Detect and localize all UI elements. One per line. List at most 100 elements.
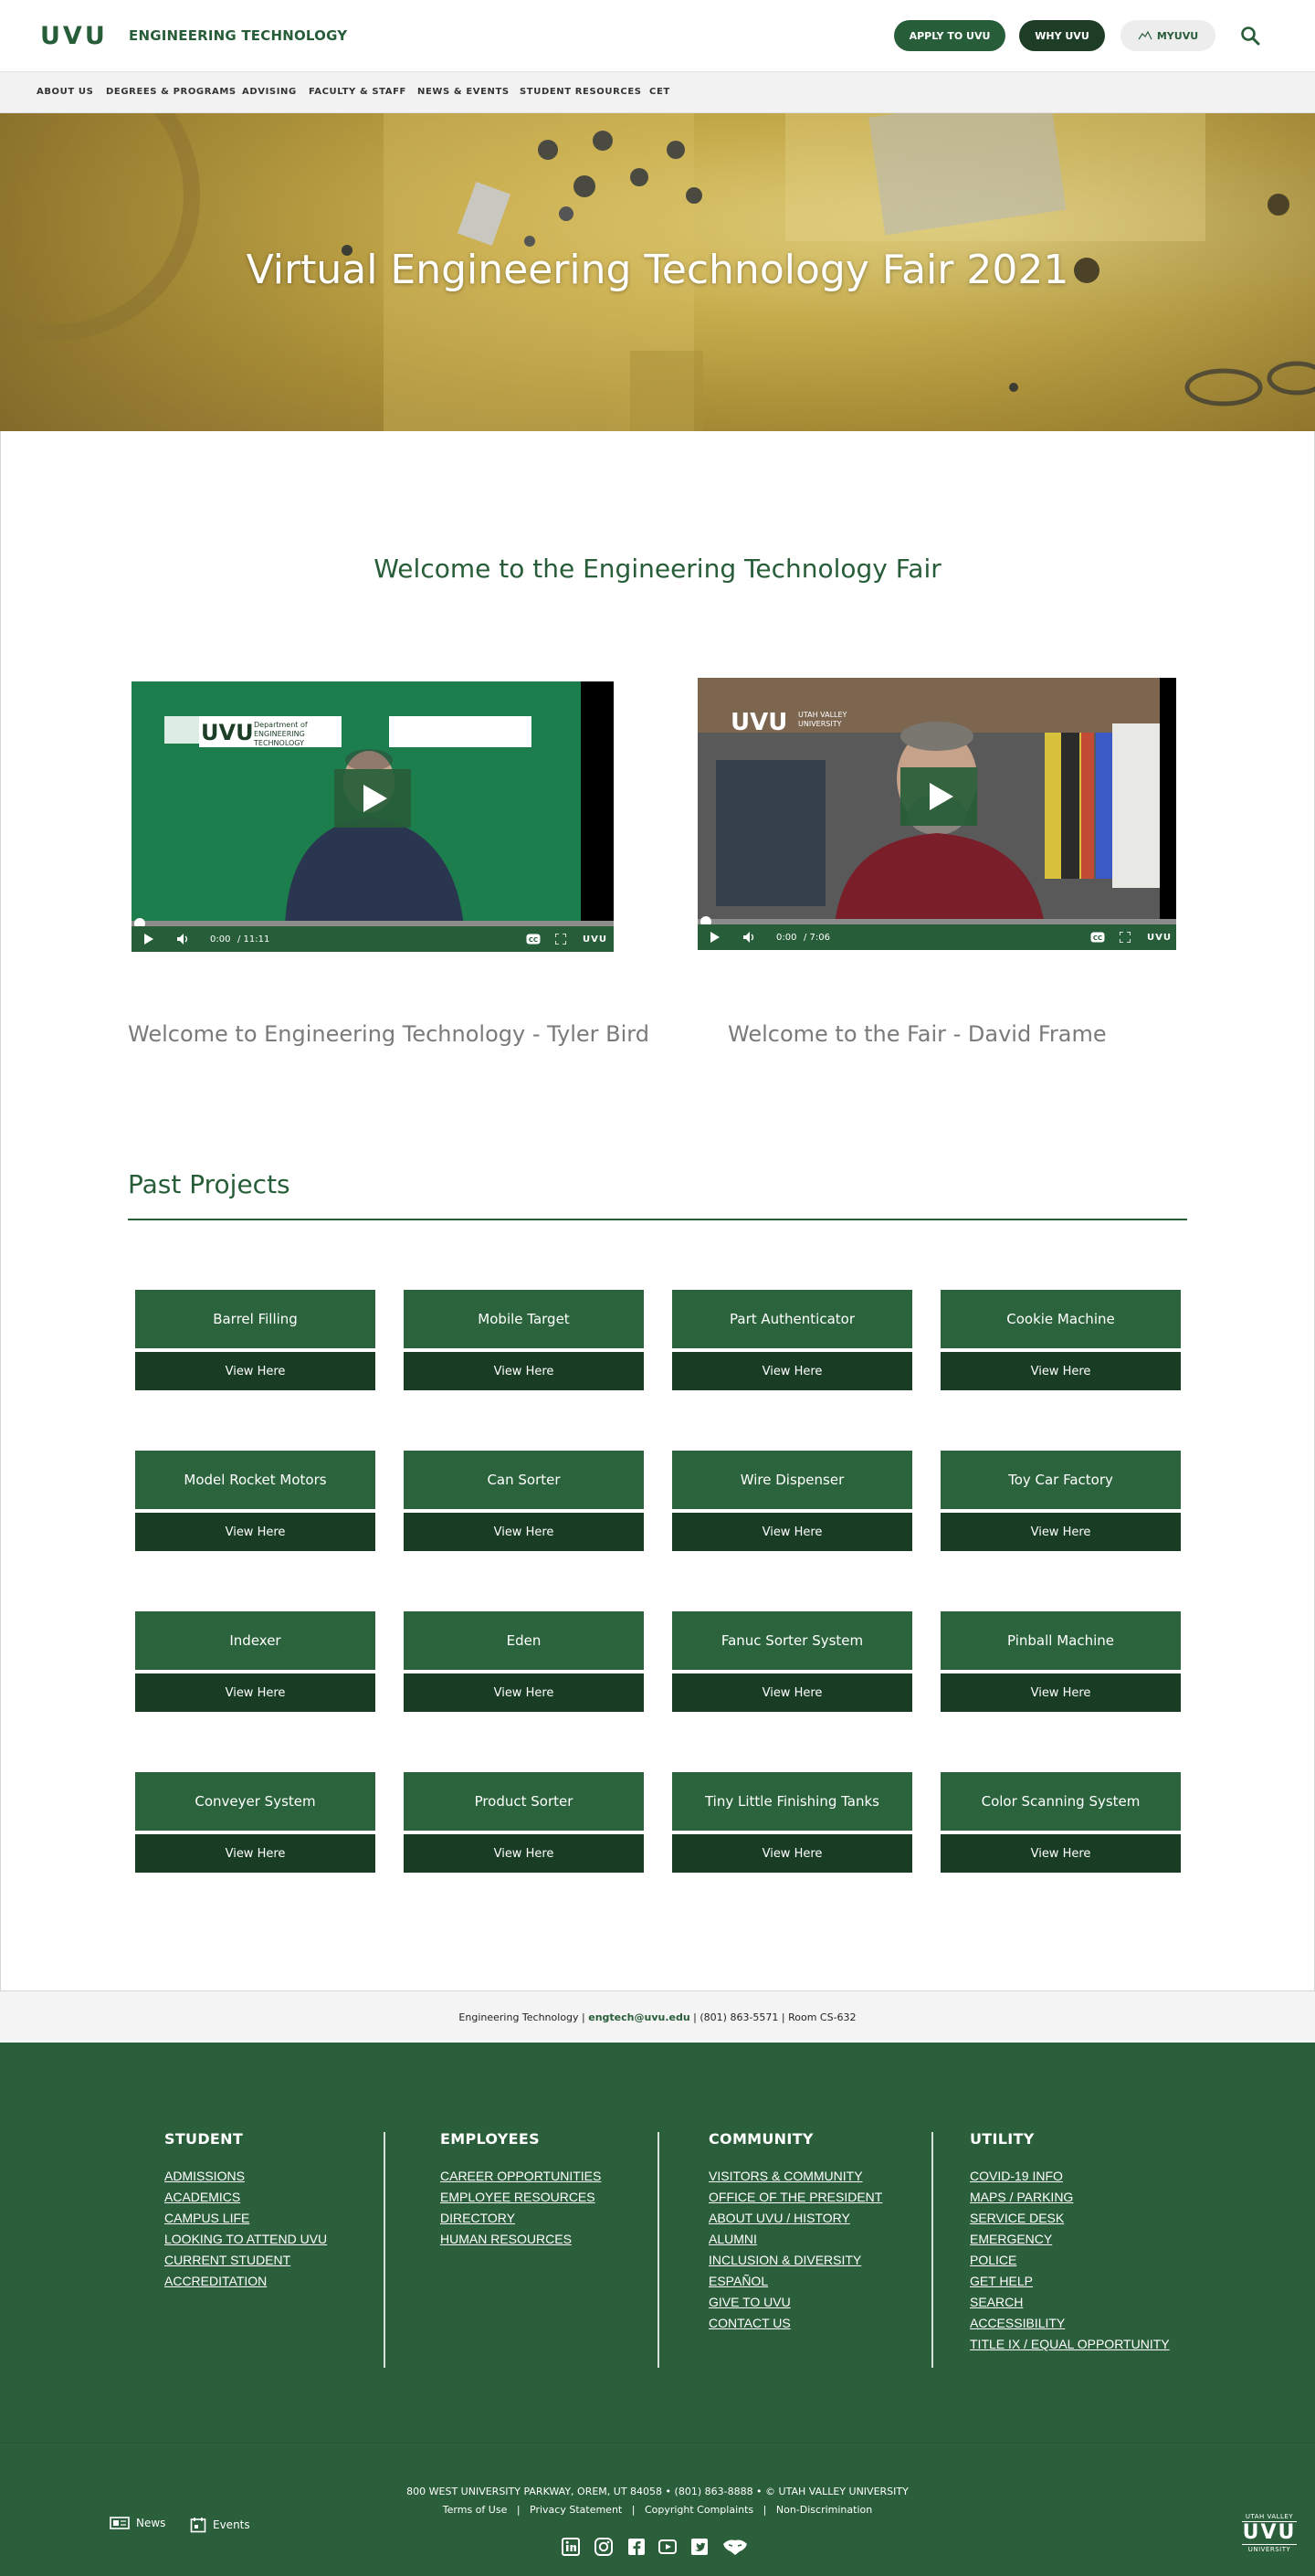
footer-link-about-uvu-history[interactable]: ABOUT UVU / HISTORY — [709, 2208, 882, 2229]
apply-button[interactable]: APPLY TO UVU — [894, 20, 1005, 51]
video-1-controls: 0:00 / 11:11 CC UVU — [132, 926, 614, 952]
footer-address: 800 WEST UNIVERSITY PARKWAY, OREM, UT 84… — [406, 2486, 909, 2497]
volume-icon[interactable] — [743, 932, 756, 943]
view-here-button[interactable]: View Here — [672, 1834, 912, 1873]
view-here-button[interactable]: View Here — [135, 1834, 375, 1873]
project-card-title: Model Rocket Motors — [135, 1451, 375, 1509]
play-button-2[interactable] — [900, 767, 977, 826]
view-here-button[interactable]: View Here — [672, 1352, 912, 1390]
footer-events-link[interactable]: Events — [190, 2517, 250, 2533]
footer-link-looking-to-attend[interactable]: LOOKING TO ATTEND UVU — [164, 2229, 327, 2250]
project-card-title: Barrel Filling — [135, 1290, 375, 1348]
nav-degrees-programs[interactable]: DEGREES & PROGRAMS — [106, 87, 237, 97]
view-here-button[interactable]: View Here — [941, 1673, 1181, 1712]
footer-link-contact-us[interactable]: CONTACT US — [709, 2313, 882, 2334]
footer-link-campus-life[interactable]: CAMPUS LIFE — [164, 2208, 327, 2229]
view-here-button[interactable]: View Here — [404, 1673, 644, 1712]
footer-link-police[interactable]: POLICE — [970, 2250, 1170, 2271]
play-button-1[interactable] — [334, 769, 411, 828]
footer-link-career-opportunities[interactable]: CAREER OPPORTUNITIES — [440, 2166, 601, 2187]
fullscreen-icon[interactable] — [555, 934, 566, 945]
footer-link-visitors-community[interactable]: VISITORS & COMMUNITY — [709, 2166, 882, 2187]
footer-link-maps-parking[interactable]: MAPS / PARKING — [970, 2187, 1170, 2208]
footer-link-covid-info[interactable]: COVID-19 INFO — [970, 2166, 1170, 2187]
footer-link-search[interactable]: SEARCH — [970, 2292, 1170, 2313]
footer-uvu-logo[interactable]: UTAH VALLEY UVU UNIVERSITY — [1242, 2513, 1297, 2553]
project-card-title: Cookie Machine — [941, 1290, 1181, 1348]
view-here-button[interactable]: View Here — [941, 1834, 1181, 1873]
view-here-button[interactable]: View Here — [404, 1834, 644, 1873]
project-card-title: Part Authenticator — [672, 1290, 912, 1348]
wolverine-icon[interactable] — [721, 2537, 749, 2557]
view-here-button[interactable]: View Here — [404, 1352, 644, 1390]
uvu-logo[interactable]: UVU — [40, 22, 108, 50]
nav-cet[interactable]: CET — [649, 87, 670, 97]
footer-link-espanol[interactable]: ESPAÑOL — [709, 2271, 882, 2292]
view-here-button[interactable]: View Here — [135, 1352, 375, 1390]
play-small-icon[interactable] — [710, 932, 720, 943]
footer-link-give-to-uvu[interactable]: GIVE TO UVU — [709, 2292, 882, 2313]
nav-advising[interactable]: ADVISING — [242, 87, 297, 97]
view-here-button[interactable]: View Here — [941, 1513, 1181, 1551]
nav-faculty-staff[interactable]: FACULTY & STAFF — [309, 87, 406, 97]
department-name[interactable]: ENGINEERING TECHNOLOGY — [129, 27, 347, 44]
footer-news-label: News — [136, 2517, 166, 2529]
fullscreen-icon[interactable] — [1120, 932, 1131, 943]
captions-icon[interactable]: CC — [1090, 932, 1105, 943]
footer-link-current-student[interactable]: CURRENT STUDENT — [164, 2250, 327, 2271]
view-here-button[interactable]: View Here — [672, 1513, 912, 1551]
footer-link-alumni[interactable]: ALUMNI — [709, 2229, 882, 2250]
video-1-logo[interactable]: UVU — [583, 934, 607, 945]
nav-about-us[interactable]: ABOUT US — [37, 87, 93, 97]
video-player-1[interactable]: UVU Department of ENGINEERING TECHNOLOGY… — [132, 681, 614, 952]
footer-link-service-desk[interactable]: SERVICE DESK — [970, 2208, 1170, 2229]
footer-link-admissions[interactable]: ADMISSIONS — [164, 2166, 327, 2187]
search-icon[interactable] — [1240, 26, 1260, 46]
footer-link-academics[interactable]: ACADEMICS — [164, 2187, 327, 2208]
twitter-icon[interactable] — [689, 2537, 710, 2557]
youtube-icon[interactable] — [658, 2537, 678, 2557]
play-small-icon[interactable] — [144, 934, 153, 945]
nav-news-events[interactable]: NEWS & EVENTS — [417, 87, 510, 97]
video-2-logo[interactable]: UVU — [1147, 933, 1172, 943]
footer-heading-utility: UTILITY — [970, 2130, 1035, 2148]
contact-email-link[interactable]: engtech@uvu.edu — [588, 2011, 689, 2023]
captions-icon[interactable]: CC — [526, 934, 541, 945]
site-footer: STUDENT ADMISSIONS ACADEMICS CAMPUS LIFE… — [0, 2043, 1315, 2443]
footer-link-title-ix[interactable]: TITLE IX / EQUAL OPPORTUNITY — [970, 2334, 1170, 2355]
play-icon — [363, 785, 387, 812]
footer-logo-bottom-text: UNIVERSITY — [1242, 2544, 1297, 2553]
privacy-link[interactable]: Privacy Statement — [530, 2504, 622, 2516]
view-here-button[interactable]: View Here — [135, 1513, 375, 1551]
video-player-2[interactable]: UVU UTAH VALLEY UNIVERSITY 0:00 / 7:06 C… — [698, 678, 1176, 950]
terms-link[interactable]: Terms of Use — [443, 2504, 508, 2516]
nav-student-resources[interactable]: STUDENT RESOURCES — [520, 87, 642, 97]
footer-link-office-of-president[interactable]: OFFICE OF THE PRESIDENT — [709, 2187, 882, 2208]
footer-link-accessibility[interactable]: ACCESSIBILITY — [970, 2313, 1170, 2334]
linkedin-icon[interactable] — [561, 2537, 581, 2557]
why-uvu-button[interactable]: WHY UVU — [1019, 20, 1105, 51]
footer-link-inclusion-diversity[interactable]: INCLUSION & DIVERSITY — [709, 2250, 882, 2271]
footer-link-accreditation[interactable]: ACCREDITATION — [164, 2271, 327, 2292]
view-here-button[interactable]: View Here — [135, 1673, 375, 1712]
myuvu-button[interactable]: MYUVU — [1120, 20, 1215, 51]
view-here-button[interactable]: View Here — [672, 1673, 912, 1712]
view-here-button[interactable]: View Here — [941, 1352, 1181, 1390]
non-discrimination-link[interactable]: Non-Discrimination — [776, 2504, 872, 2516]
project-card-title: Eden — [404, 1611, 644, 1670]
footer-link-get-help[interactable]: GET HELP — [970, 2271, 1170, 2292]
apply-button-label: APPLY TO UVU — [909, 29, 991, 42]
footer-link-emergency[interactable]: EMERGENCY — [970, 2229, 1170, 2250]
volume-icon[interactable] — [177, 934, 190, 945]
view-here-button[interactable]: View Here — [404, 1513, 644, 1551]
copyright-link[interactable]: Copyright Complaints — [645, 2504, 753, 2516]
footer-link-directory[interactable]: DIRECTORY — [440, 2208, 601, 2229]
video-2-duration: / 7:06 — [804, 933, 831, 943]
instagram-icon[interactable] — [594, 2537, 614, 2557]
facebook-icon[interactable] — [626, 2537, 647, 2557]
footer-link-human-resources[interactable]: HUMAN RESOURCES — [440, 2229, 601, 2250]
footer-news-link[interactable]: News — [110, 2517, 165, 2529]
project-card: Tiny Little Finishing Tanks View Here — [672, 1772, 912, 1873]
footer-link-employee-resources[interactable]: EMPLOYEE RESOURCES — [440, 2187, 601, 2208]
site-header: UVU ENGINEERING TECHNOLOGY APPLY TO UVU … — [0, 0, 1315, 71]
